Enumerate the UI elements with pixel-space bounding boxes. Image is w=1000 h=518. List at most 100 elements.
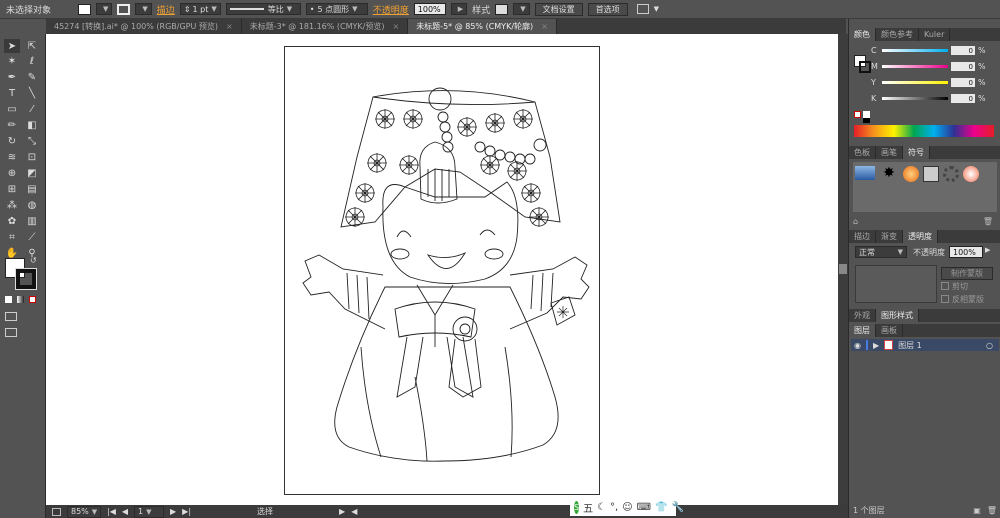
slice-tool-icon[interactable]: ⟋ xyxy=(24,230,40,244)
magic-wand-icon[interactable]: ✶ xyxy=(4,54,20,68)
scroll-thumb[interactable] xyxy=(839,264,847,274)
scale-tool-icon[interactable]: ⤡ xyxy=(24,134,40,148)
document-setup-button[interactable]: 文档设置 xyxy=(534,2,583,16)
artboard-tool-icon[interactable]: ⌗ xyxy=(4,230,20,244)
type-tool-icon[interactable]: T xyxy=(4,86,20,100)
layer-name[interactable]: 图层 1 xyxy=(898,340,922,351)
invert-mask-checkbox[interactable] xyxy=(941,295,949,303)
color-stroke-box[interactable] xyxy=(859,61,871,73)
blend-tool-icon[interactable]: ◍ xyxy=(24,198,40,212)
yellow-track[interactable] xyxy=(882,81,948,84)
vertical-scrollbar[interactable] xyxy=(838,34,848,505)
opacity-field[interactable]: 100% xyxy=(413,3,446,15)
brush-dropdown[interactable]: • 5 点圆形 ▼ xyxy=(305,3,368,15)
make-mask-button[interactable]: 制作蒙版 xyxy=(941,267,993,280)
ime-mode-label[interactable]: 五 xyxy=(583,500,593,515)
column-graph-icon[interactable]: ▥ xyxy=(24,214,40,228)
none-mode-icon[interactable] xyxy=(29,296,36,303)
symbol-orange-ball[interactable] xyxy=(903,166,919,182)
emoji-icon[interactable]: ☺ xyxy=(622,502,632,513)
live-paint-icon[interactable]: ◩ xyxy=(24,166,40,180)
symbol-ring[interactable] xyxy=(943,166,959,182)
stroke-profile-dropdown[interactable]: 等比 ▼ xyxy=(225,3,301,15)
tab-symbols[interactable]: 符号 xyxy=(903,146,930,159)
document-icon[interactable] xyxy=(52,507,61,516)
tab-appearance[interactable]: 外观 xyxy=(849,309,876,322)
stroke-color-box[interactable] xyxy=(15,268,37,290)
tab-color-guide[interactable]: 颜色参考 xyxy=(876,28,919,41)
delete-layer-icon[interactable]: 🗑 xyxy=(987,506,997,515)
eye-icon[interactable]: ◉ xyxy=(854,341,861,350)
blend-mode-dropdown[interactable]: 正常 ▼ xyxy=(855,246,907,258)
transparency-opacity-field[interactable]: 100% xyxy=(949,246,983,258)
wrench-icon[interactable]: 🔧 xyxy=(672,502,684,513)
next-artboard-icon[interactable]: ▶ xyxy=(170,507,176,516)
new-layer-icon[interactable]: ▣ xyxy=(973,506,981,515)
shape-builder-icon[interactable]: ⊕ xyxy=(4,166,20,180)
symbol-library-icon[interactable]: ⌂ xyxy=(853,217,858,226)
rotate-tool-icon[interactable]: ↻ xyxy=(4,134,20,148)
symbol-frame[interactable] xyxy=(923,166,939,182)
clip-checkbox[interactable] xyxy=(941,282,949,290)
yellow-value[interactable]: 0 xyxy=(951,78,975,87)
symbol-flower[interactable] xyxy=(963,166,979,182)
fill-dropdown[interactable]: ▼ xyxy=(96,3,113,15)
symbol-sprayer-icon[interactable]: ✿ xyxy=(4,214,20,228)
stroke-label[interactable]: 描边 xyxy=(157,3,175,16)
doc-tab[interactable]: 未标题-3* @ 181.16% (CMYK/预览) × xyxy=(242,19,409,34)
gradient-mode-icon[interactable] xyxy=(17,296,24,303)
tab-transparency[interactable]: 透明度 xyxy=(903,230,938,243)
close-icon[interactable]: × xyxy=(392,22,399,31)
gradient-tool-icon[interactable]: ▤ xyxy=(24,182,40,196)
warp-tool-icon[interactable]: ≋ xyxy=(4,150,20,164)
skin-icon[interactable]: 👕 xyxy=(655,502,667,513)
delete-symbol-icon[interactable]: 🗑 xyxy=(983,217,993,226)
stroke-dropdown[interactable]: ▼ xyxy=(135,3,152,15)
none-color-icon[interactable] xyxy=(854,111,861,118)
tab-stroke[interactable]: 描边 xyxy=(849,230,876,243)
line-tool-icon[interactable]: ╲ xyxy=(24,86,40,100)
arrange-icon[interactable] xyxy=(636,4,649,14)
slider-magenta[interactable]: M 0 % xyxy=(871,62,996,71)
expand-triangle-icon[interactable]: ▶ xyxy=(873,341,879,350)
artboard-number-field[interactable]: 1 ▼ xyxy=(134,505,165,518)
ime-toolbar[interactable]: S 五 ☾ °, ☺ ⌨ 👕 🔧 xyxy=(570,498,684,516)
selection-tool-icon[interactable]: ➤ xyxy=(4,39,20,53)
doc-tab-active[interactable]: 未标题-5* @ 85% (CMYK/轮廓) × xyxy=(408,19,557,34)
tab-layers[interactable]: 图层 xyxy=(849,324,876,337)
opacity-arrow[interactable]: ▶ xyxy=(450,3,468,15)
eraser-icon[interactable]: ◧ xyxy=(24,118,40,132)
color-mode-icon[interactable] xyxy=(5,296,12,303)
moon-icon[interactable]: ☾ xyxy=(597,502,606,513)
opacity-slider-arrow[interactable]: ▶ xyxy=(985,246,990,254)
tab-color[interactable]: 颜色 xyxy=(849,28,876,41)
eyedropper-icon[interactable]: ⁂ xyxy=(4,198,20,212)
paintbrush-icon[interactable]: ⁄ xyxy=(24,102,40,116)
magenta-track[interactable] xyxy=(882,65,948,68)
close-icon[interactable]: × xyxy=(541,22,548,31)
artboard[interactable] xyxy=(284,46,600,495)
opacity-label[interactable]: 不透明度 xyxy=(373,3,409,16)
tab-swatches[interactable]: 色板 xyxy=(849,146,876,159)
cyan-track[interactable] xyxy=(882,49,948,52)
layer-row[interactable]: ◉ ▶ 图层 1 ○ xyxy=(851,339,999,351)
tab-artboards[interactable]: 画板 xyxy=(876,324,903,337)
scroll-left-icon[interactable]: ◀ xyxy=(351,507,357,516)
last-artboard-icon[interactable]: ▶| xyxy=(182,507,191,516)
tab-gradient[interactable]: 渐变 xyxy=(876,230,903,243)
chevron-down-icon[interactable]: ▼ xyxy=(654,5,659,13)
canvas-area[interactable] xyxy=(46,34,838,505)
black-value[interactable]: 0 xyxy=(951,94,975,103)
free-transform-icon[interactable]: ⊡ xyxy=(24,150,40,164)
tab-brushes[interactable]: 画笔 xyxy=(876,146,903,159)
white-color-chip[interactable] xyxy=(863,111,870,118)
swap-colors-icon[interactable]: ↺ xyxy=(30,256,37,265)
target-icon[interactable]: ○ xyxy=(986,341,993,350)
first-artboard-icon[interactable]: |◀ xyxy=(107,507,116,516)
symbol-ink-splat[interactable]: ✸ xyxy=(879,166,899,180)
rectangle-tool-icon[interactable]: ▭ xyxy=(4,102,20,116)
keyboard-icon[interactable]: ⌨ xyxy=(637,502,651,513)
mask-thumbnail[interactable] xyxy=(855,265,937,303)
perspective-grid-icon[interactable]: ⊞ xyxy=(4,182,20,196)
status-menu-icon[interactable]: ▶ xyxy=(339,507,345,516)
